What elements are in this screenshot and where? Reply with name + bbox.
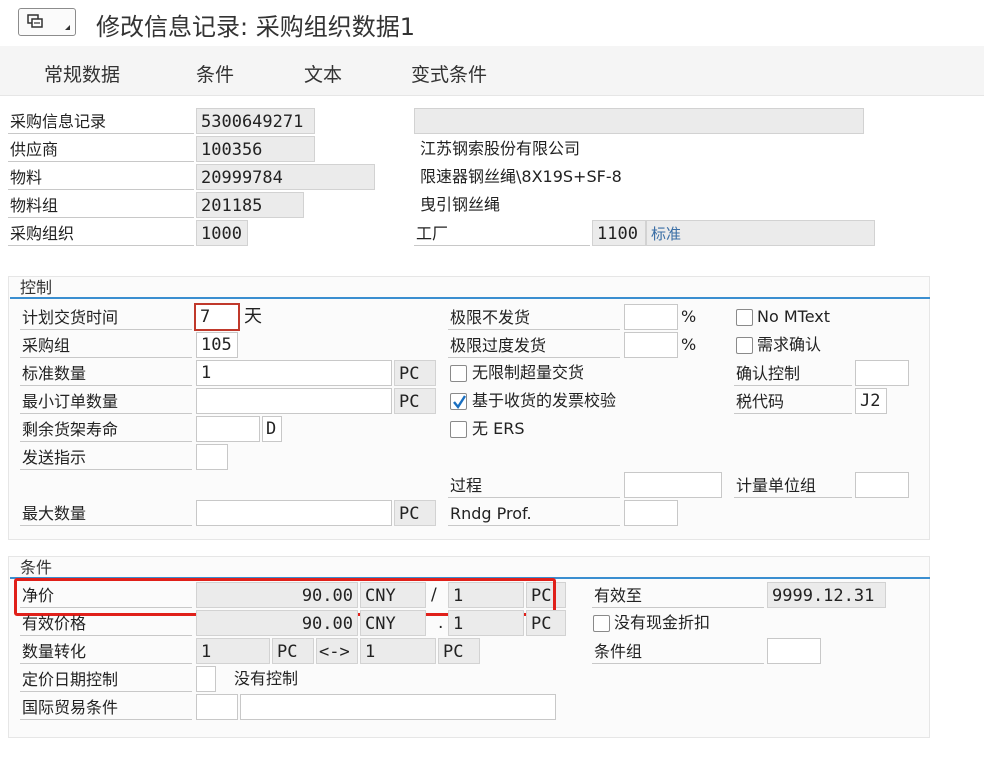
uom-group-label: 计量单位组 [734,474,852,498]
info-record-field[interactable]: 5300649271 [196,108,315,134]
vendor-label: 供应商 [8,138,194,162]
incoterms-label: 国际贸易条件 [20,696,192,720]
eff-price-field: 90.00 [196,610,358,636]
incoterms-location-field[interactable] [240,694,556,720]
cond-group-label: 条件组 [592,640,764,664]
uom-group-field[interactable] [855,472,909,498]
tab-texts[interactable]: 文本 [304,60,342,87]
tax-code-label: 税代码 [734,390,852,414]
min-order-qty-unit: PC [394,388,436,414]
checkmark-icon [453,395,467,410]
purch-org-label: 采购组织 [8,222,194,246]
tab-conditions[interactable]: 条件 [196,60,234,87]
shipping-instr-label: 发送指示 [20,446,192,470]
incoterms-field[interactable] [196,694,238,720]
menu-grid-icon [27,14,70,30]
qty-conv-left-unit: PC [272,638,314,664]
info-record-label: 采购信息记录 [8,110,194,134]
control-heading: 控制 [10,277,930,299]
min-order-qty-label: 最小订单数量 [20,390,192,414]
shelf-life-unit: D [262,416,282,442]
material-group-field[interactable]: 201185 [196,192,304,218]
eff-price-separator: . [438,613,444,633]
no-mtext-label: No MText [757,307,831,326]
material-group-description: 曳引钢丝绳 [420,195,501,214]
info-record-desc-field [414,108,864,134]
overdelivery-field[interactable] [624,332,678,358]
gr-based-iv-checkbox[interactable] [450,393,467,410]
qty-conv-arrow: <-> [316,638,358,664]
underdelivery-field[interactable] [624,304,678,330]
pricing-date-description: 没有控制 [234,669,299,688]
tab-variant-conditions[interactable]: 变式条件 [411,60,487,87]
unlimited-overdelivery-label: 无限制超量交货 [472,363,585,382]
qty-conv-right-unit: PC [438,638,480,664]
valid-to-label: 有效至 [592,584,764,608]
shelf-life-label: 剩余货架寿命 [20,418,192,442]
no-cash-discount-checkbox[interactable] [593,615,610,632]
no-ers-checkbox[interactable] [450,421,467,438]
rndg-prof-label: Rndg Prof. [448,502,620,526]
eff-price-label: 有效价格 [20,612,192,636]
conf-control-label: 确认控制 [734,362,852,386]
ack-reqd-label: 需求确认 [757,335,822,354]
qty-conversion-label: 数量转化 [20,640,192,664]
overdelivery-label: 极限过度发货 [448,334,620,358]
qty-conv-right-field: 1 [360,638,436,664]
material-field[interactable]: 20999784 [196,164,375,190]
menu-button[interactable] [18,8,76,36]
purch-org-field[interactable]: 1000 [196,220,248,246]
eff-price-unit: PC [526,610,566,636]
vendor-name: 江苏钢索股份有限公司 [420,139,581,158]
max-qty-field[interactable] [196,500,392,526]
underdelivery-label: 极限不发货 [448,306,620,330]
tax-code-field[interactable]: J2 [855,388,887,414]
no-mtext-checkbox[interactable] [736,309,753,326]
material-label: 物料 [8,166,194,190]
eff-price-per-field: 1 [448,610,524,636]
tab-general-data[interactable]: 常规数据 [44,60,120,87]
purch-group-field[interactable]: 105 [196,332,238,358]
pricing-date-label: 定价日期控制 [20,668,192,692]
max-qty-label: 最大数量 [20,502,192,526]
cond-group-field[interactable] [767,638,821,664]
rndg-prof-field[interactable] [624,500,678,526]
shelf-life-field[interactable] [196,416,260,442]
unlimited-overdelivery-checkbox[interactable] [450,365,467,382]
days-unit: 天 [244,306,262,327]
eff-price-currency: CNY [360,610,426,636]
vendor-field[interactable]: 100356 [196,136,315,162]
std-qty-unit: PC [394,360,436,386]
min-order-qty-field[interactable] [196,388,392,414]
plant-label: 工厂 [414,222,590,246]
procedure-label: 过程 [448,474,620,498]
std-qty-field[interactable]: 1 [196,360,392,386]
conditions-heading: 条件 [10,557,930,579]
tab-bar [0,46,984,96]
qty-conv-left-field: 1 [196,638,270,664]
page-title: 修改信息记录: 采购组织数据1 [96,13,415,41]
std-qty-label: 标准数量 [20,362,192,386]
gr-based-iv-label: 基于收货的发票校验 [472,391,617,410]
planned-delivery-label: 计划交货时间 [20,306,192,330]
underdelivery-percent: % [681,307,697,326]
plant-description: 标准 [646,220,875,246]
planned-delivery-field[interactable]: 7 [194,303,240,331]
ack-reqd-checkbox[interactable] [736,337,753,354]
conf-control-field[interactable] [855,360,909,386]
material-group-label: 物料组 [8,194,194,218]
overdelivery-percent: % [681,335,697,354]
no-cash-discount-label: 没有现金折扣 [614,613,711,632]
pricing-date-field[interactable] [196,666,216,692]
procedure-field[interactable] [624,472,722,498]
max-qty-unit: PC [394,500,436,526]
purch-group-label: 采购组 [20,334,192,358]
plant-field[interactable]: 1100 [592,220,646,246]
valid-to-field[interactable]: 9999.12.31 [767,582,886,608]
no-ers-label: 无 ERS [472,419,525,438]
shipping-instr-field[interactable] [196,444,228,470]
material-description: 限速器钢丝绳\8X19S+SF-8 [420,167,622,186]
